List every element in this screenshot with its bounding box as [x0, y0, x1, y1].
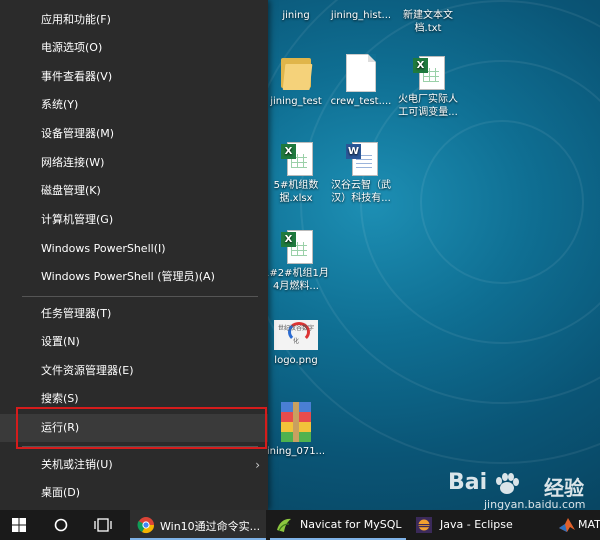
menu-item-desktop[interactable]: 桌面(D)	[0, 479, 268, 507]
desktop-icon-unit5-data[interactable]: X 5#机组数据.xlsx	[262, 140, 330, 205]
cortana-icon	[54, 518, 68, 532]
taskbar-app-label: MAT	[578, 518, 600, 531]
menu-item-task-manager[interactable]: 任务管理器(T)	[0, 300, 268, 328]
icon-label: jining_hist...	[330, 10, 392, 21]
icon-label: ining_071...	[266, 446, 326, 457]
document-icon	[346, 54, 376, 92]
menu-item-network-connections[interactable]: 网络连接(W)	[0, 149, 268, 177]
watermark-brand-cn: 经验	[544, 476, 584, 500]
desktop-icon-fuel-excel[interactable]: X 1#2#机组1月4月燃料...	[262, 228, 330, 293]
desktop-icon-archive[interactable]: ining_071...	[262, 402, 330, 458]
desktop-icon-excel-variables[interactable]: X 火电厂实际人工可调变量...	[394, 54, 462, 119]
icon-label: logo.png	[274, 355, 318, 366]
taskbar-app-label: Navicat for MySQL	[300, 518, 402, 531]
icon-label: 5#机组数据.xlsx	[273, 180, 319, 204]
menu-item-file-explorer[interactable]: 文件资源管理器(E)	[0, 357, 268, 385]
icon-label: crew_test....	[330, 96, 392, 107]
taskbar-app-chrome[interactable]: Win10通过命令实...	[130, 510, 266, 540]
taskbar-app-label: Java - Eclipse	[440, 518, 513, 531]
chrome-icon	[137, 517, 155, 534]
menu-item-powershell-admin[interactable]: Windows PowerShell (管理员)(A)	[0, 263, 268, 291]
task-view-icon	[94, 518, 112, 532]
excel-icon: X	[413, 54, 445, 90]
taskbar-app-matlab[interactable]: MAT	[554, 510, 600, 540]
folder-icon	[281, 54, 313, 92]
taskbar-app-eclipse[interactable]: Java - Eclipse	[410, 510, 513, 540]
watermark-url: jingyan.baidu.com	[484, 498, 586, 510]
icon-label: jining	[282, 10, 310, 21]
menu-item-computer-management[interactable]: 计算机管理(G)	[0, 206, 268, 234]
desktop-icon-jining-test[interactable]: jining_test	[262, 54, 330, 108]
taskbar-app-label: Win10通过命令实...	[160, 520, 261, 533]
desktop-icon-word-doc[interactable]: W 汉谷云智（武汉）科技有...	[327, 140, 395, 205]
baidu-paw-icon	[496, 473, 519, 494]
icon-label: jining_test	[270, 96, 322, 107]
desktop-icon-jining[interactable]: jining	[262, 9, 330, 22]
eclipse-icon	[416, 517, 432, 533]
menu-item-event-viewer[interactable]: 事件查看器(V)	[0, 63, 268, 91]
taskbar: Win10通过命令实... Navicat for MySQL Java - E…	[0, 510, 600, 540]
archive-icon	[281, 402, 311, 442]
desktop-icon-logo-png[interactable]: 世纪汉谷数字化 logo.png	[262, 320, 330, 367]
chevron-right-icon: ›	[255, 458, 260, 472]
taskbar-app-navicat[interactable]: Navicat for MySQL	[270, 510, 406, 540]
menu-item-system[interactable]: 系统(Y)	[0, 91, 268, 119]
watermark-brand: Bai	[448, 470, 488, 495]
menu-item-settings[interactable]: 设置(N)	[0, 328, 268, 356]
search-button[interactable]	[44, 510, 78, 540]
winx-menu: 应用和功能(F) 电源选项(O) 事件查看器(V) 系统(Y) 设备管理器(M)…	[0, 0, 268, 510]
menu-item-powershell[interactable]: Windows PowerShell(I)	[0, 235, 268, 263]
menu-item-power-options[interactable]: 电源选项(O)	[0, 34, 268, 62]
icon-label: 1#2#机组1月4月燃料...	[263, 268, 329, 292]
image-icon: 世纪汉谷数字化	[274, 320, 318, 350]
baidu-watermark: Bai 经验 jingyan.baidu.com	[448, 470, 600, 510]
windows-logo-icon	[12, 518, 26, 532]
icon-label: 新建文本文档.txt	[403, 10, 453, 34]
run-highlight-box	[16, 407, 267, 449]
menu-separator	[22, 296, 258, 297]
menu-item-shutdown-signout[interactable]: 关机或注销(U) ›	[0, 451, 268, 479]
icon-label: 汉谷云智（武汉）科技有...	[331, 180, 391, 204]
word-icon: W	[346, 140, 378, 176]
wallpaper-shell	[420, 120, 584, 284]
menu-item-device-manager[interactable]: 设备管理器(M)	[0, 120, 268, 148]
start-button[interactable]	[0, 510, 40, 540]
desktop-icon-jining-hist[interactable]: jining_hist...	[327, 9, 395, 22]
menu-item-disk-management[interactable]: 磁盘管理(K)	[0, 177, 268, 205]
navicat-icon	[277, 518, 291, 532]
matlab-icon	[559, 518, 575, 532]
icon-label: 火电厂实际人工可调变量...	[398, 94, 458, 118]
excel-icon: X	[281, 228, 313, 264]
desktop-icon-new-text-doc[interactable]: 新建文本文档.txt	[394, 9, 462, 35]
task-view-button[interactable]	[86, 510, 120, 540]
menu-item-apps-features[interactable]: 应用和功能(F)	[0, 6, 268, 34]
desktop-icon-crew-test[interactable]: crew_test....	[327, 54, 395, 108]
excel-icon: X	[281, 140, 313, 176]
